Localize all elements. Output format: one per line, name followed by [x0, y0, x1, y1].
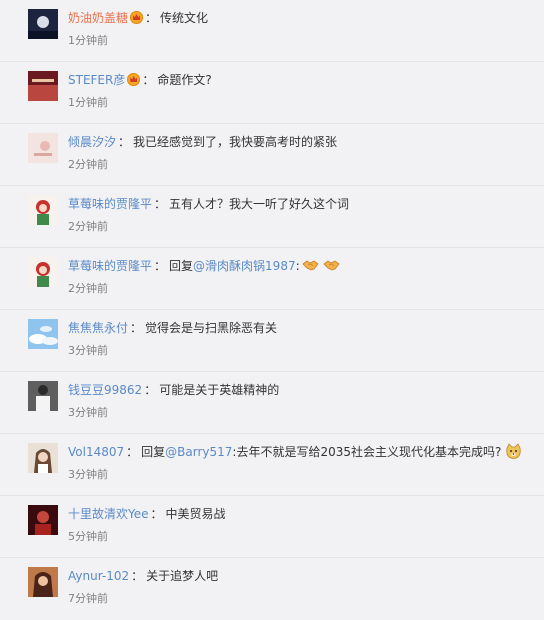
separator: ： [154, 259, 167, 273]
username-link[interactable]: Vol14807 [68, 445, 124, 459]
comment-text: 传统文化 [160, 11, 209, 25]
separator: ： [118, 135, 131, 149]
separator: ： [154, 197, 167, 211]
separator: ： [142, 73, 155, 87]
comment-text: :去年不就是写给2035社会主义现代化基本完成吗? [232, 445, 502, 459]
comment-time: 2分钟前 [68, 220, 108, 233]
comment-item: 焦焦焦永付：觉得会是与扫黑除恶有关 3分钟前 [0, 310, 544, 372]
avatar[interactable] [28, 195, 58, 225]
vip-crown-icon [130, 11, 144, 24]
comment-text: 觉得会是与扫黑除恶有关 [145, 321, 278, 335]
avatar[interactable] [28, 9, 58, 39]
avatar[interactable] [28, 319, 58, 349]
reply-prefix: 回复 [169, 259, 194, 273]
mention-link[interactable]: @Barry517 [165, 445, 232, 459]
comment-time: 3分钟前 [68, 344, 108, 357]
doge-icon [506, 443, 522, 459]
avatar[interactable] [28, 257, 58, 287]
separator: ： [130, 321, 143, 335]
avatar[interactable] [28, 567, 58, 597]
comment-item: 钱豆豆99862：可能是关于英雄精神的 3分钟前 [0, 372, 544, 434]
separator: ： [145, 11, 158, 25]
comment-time: 1分钟前 [68, 96, 108, 109]
separator: ： [131, 569, 144, 583]
comment-time: 2分钟前 [68, 158, 108, 171]
comment-text: 中美贸易战 [165, 507, 226, 521]
comment-item: 草莓味的贾隆平：五有人才？我大一听了好久这个词 2分钟前 [0, 186, 544, 248]
handshake-icon [302, 260, 319, 271]
separator: ： [150, 507, 163, 521]
comment-item: 草莓味的贾隆平：回复@滑肉酥肉锅1987: 2分钟前 [0, 248, 544, 310]
username-link[interactable]: Aynur-102 [68, 569, 129, 583]
mention-link[interactable]: @滑肉酥肉锅1987 [193, 259, 296, 273]
username-link[interactable]: 焦焦焦永付 [68, 321, 128, 335]
comment-text: : [295, 259, 300, 273]
comment-time: 1分钟前 [68, 34, 108, 47]
separator: ： [126, 445, 139, 459]
comment-time: 3分钟前 [68, 406, 108, 419]
username-link[interactable]: 草莓味的贾隆平 [68, 259, 152, 273]
username-link[interactable]: 钱豆豆99862 [68, 383, 142, 397]
username-link[interactable]: 草莓味的贾隆平 [68, 197, 152, 211]
avatar[interactable] [28, 505, 58, 535]
comment-time: 7分钟前 [68, 592, 108, 605]
avatar[interactable] [28, 443, 58, 473]
comment-item: 倾晨汐汐：我已经感觉到了，我快要高考时的紧张 2分钟前 [0, 124, 544, 186]
comment-item: STEFER彦 ：命题作文? 1分钟前 [0, 62, 544, 124]
comment-text: 关于追梦人吧 [146, 569, 219, 583]
comment-time: 2分钟前 [68, 282, 108, 295]
comment-text: 我已经感觉到了，我快要高考时的紧张 [133, 135, 338, 149]
username-link[interactable]: 奶油奶盖糖 [68, 11, 128, 25]
avatar[interactable] [28, 381, 58, 411]
username-link[interactable]: 倾晨汐汐 [68, 135, 116, 149]
comment-item: Aynur-102：关于追梦人吧 7分钟前 [0, 558, 544, 620]
comment-list: 奶油奶盖糖：传统文化 1分钟前 STEFER彦：命题作文? 1分钟前 倾晨汐汐：… [0, 0, 544, 615]
comment-item: 奶油奶盖糖 ：传统文化 1分钟前 [0, 0, 544, 62]
comment-text: 命题作文? [157, 73, 212, 87]
avatar[interactable] [28, 133, 58, 163]
vip-crown-icon [127, 73, 141, 86]
username-link[interactable]: STEFER彦 [68, 73, 125, 87]
comment-text: 可能是关于英雄精神的 [159, 383, 280, 397]
separator: ： [144, 383, 157, 397]
handshake-icon [323, 260, 340, 271]
comment-time: 5分钟前 [68, 530, 108, 543]
comment-item: 十里故清欢Yee：中美贸易战 5分钟前 [0, 496, 544, 558]
reply-prefix: 回复 [141, 445, 166, 459]
comment-text: 五有人才？我大一听了好久这个词 [169, 197, 350, 211]
username-link[interactable]: 十里故清欢Yee [68, 507, 149, 521]
comment-time: 3分钟前 [68, 468, 108, 481]
comment-item: Vol14807：回复@Barry517:去年不就是写给2035社会主义现代化基… [0, 434, 544, 496]
avatar[interactable] [28, 71, 58, 101]
